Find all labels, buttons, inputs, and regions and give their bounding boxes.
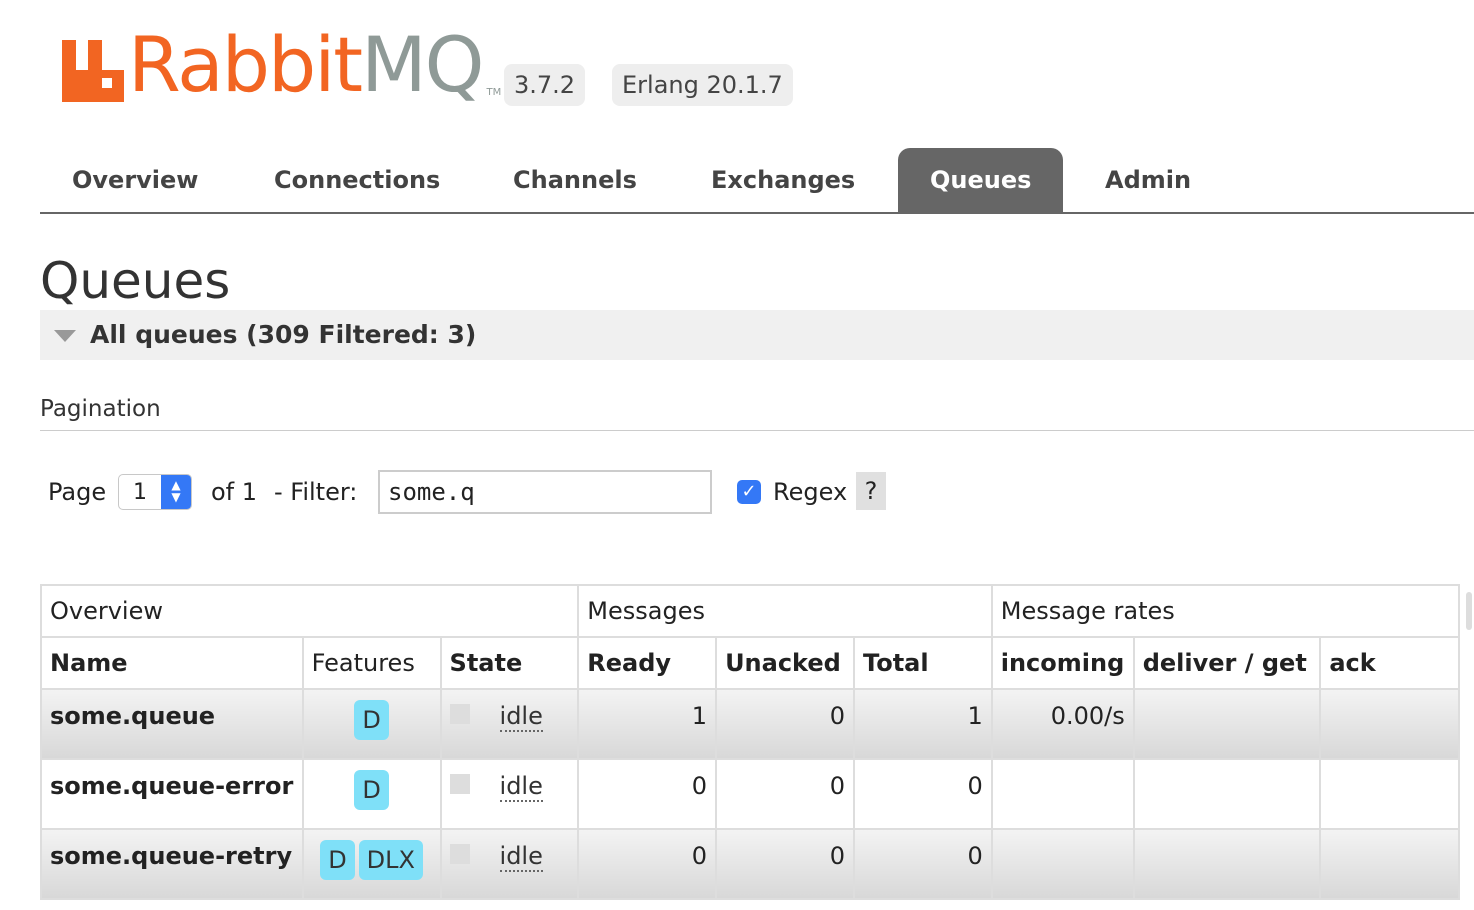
regex-checkbox[interactable]: ✓ [737, 480, 761, 504]
deliver-get-rate [1132, 828, 1322, 900]
column-header-ack[interactable]: ack [1319, 636, 1460, 690]
logo-mq: MQ [361, 20, 484, 109]
page-select-value: 1 [133, 480, 147, 505]
table-row: some.queue-retry D DLX idle 0 0 0 [40, 828, 1460, 900]
regex-help-button[interactable]: ? [856, 472, 886, 510]
column-header-deliver-get[interactable]: deliver / get [1132, 636, 1322, 690]
state-label: idle [499, 772, 543, 802]
erlang-version-badge: Erlang 20.1.7 [612, 64, 793, 106]
table-options-handle[interactable] [1466, 592, 1472, 630]
unacked-count: 0 [715, 828, 856, 900]
tab-connections[interactable]: Connections [242, 148, 472, 212]
logo-trademark: TM [486, 87, 502, 98]
page-count-label: of 1 [211, 478, 258, 506]
column-header-features: Features [301, 636, 442, 690]
features-cell: D DLX [301, 828, 442, 900]
total-count: 0 [853, 758, 993, 830]
rabbitmq-logo: RabbitMQ TM [62, 27, 502, 103]
feature-tag-durable: D [354, 770, 389, 810]
feature-tag-dlx: DLX [358, 840, 423, 880]
group-header-overview: Overview [39, 584, 580, 638]
column-header-unacked[interactable]: Unacked [715, 636, 856, 690]
state-cell: idle [439, 688, 580, 760]
tab-overview[interactable]: Overview [40, 148, 230, 212]
group-header-messages: Messages [577, 584, 993, 638]
ack-rate [1319, 758, 1460, 830]
state-indicator-icon [449, 774, 470, 794]
queue-name-link[interactable]: some.queue-error [40, 758, 304, 830]
total-count: 1 [853, 688, 993, 760]
regex-label: Regex [773, 478, 848, 506]
main-nav: Overview Connections Channels Exchanges … [40, 148, 1474, 214]
page-select[interactable]: 1 ▲ ▼ [118, 474, 192, 510]
table-row: some.queue-error D idle 0 0 0 [40, 758, 1460, 830]
incoming-rate [990, 758, 1135, 830]
features-cell: D [301, 758, 442, 830]
ready-count: 0 [577, 758, 718, 830]
total-count: 0 [853, 828, 993, 900]
ready-count: 1 [577, 688, 718, 760]
column-header-state[interactable]: State [439, 636, 580, 690]
feature-tag-durable: D [320, 840, 355, 880]
pagination-heading: Pagination [40, 396, 161, 422]
select-arrows-icon: ▲ ▼ [161, 475, 191, 509]
deliver-get-rate [1132, 688, 1322, 760]
queues-table: Overview Messages Message rates Name Fea… [39, 584, 1461, 900]
incoming-rate [990, 828, 1135, 900]
divider [40, 430, 1474, 431]
incoming-rate: 0.00/s [990, 688, 1135, 760]
ack-rate [1319, 828, 1460, 900]
logo-rabbit: Rabbit [128, 20, 363, 109]
state-indicator-icon [449, 704, 470, 724]
checkmark-icon: ✓ [741, 481, 757, 502]
group-header-message-rates: Message rates [990, 584, 1461, 638]
filter-label: - Filter: [274, 478, 358, 506]
collapse-triangle-icon [54, 330, 76, 342]
column-header-ready[interactable]: Ready [577, 636, 718, 690]
state-cell: idle [439, 828, 580, 900]
column-header-name[interactable]: Name [40, 636, 304, 690]
page-title: Queues [40, 252, 231, 310]
deliver-get-rate [1132, 758, 1322, 830]
page-label: Page [48, 478, 107, 506]
table-row: some.queue D idle 1 0 1 0.00/s [40, 688, 1460, 760]
ready-count: 0 [577, 828, 718, 900]
tab-exchanges[interactable]: Exchanges [679, 148, 887, 212]
column-header-total[interactable]: Total [853, 636, 993, 690]
unacked-count: 0 [715, 688, 856, 760]
queue-name-link[interactable]: some.queue [40, 688, 304, 760]
tab-channels[interactable]: Channels [481, 148, 669, 212]
queue-name-link[interactable]: some.queue-retry [40, 828, 304, 900]
state-label: idle [499, 842, 543, 872]
unacked-count: 0 [715, 758, 856, 830]
state-indicator-icon [449, 844, 470, 864]
state-cell: idle [439, 758, 580, 830]
tab-queues[interactable]: Queues [898, 148, 1064, 212]
version-badge: 3.7.2 [504, 64, 586, 106]
state-label: idle [499, 702, 543, 732]
ack-rate [1319, 688, 1460, 760]
features-cell: D [301, 688, 442, 760]
tab-admin[interactable]: Admin [1073, 148, 1223, 212]
section-title: All queues (309 Filtered: 3) [90, 320, 477, 349]
feature-tag-durable: D [354, 700, 389, 740]
logo-wordmark: RabbitMQ [128, 27, 485, 103]
rabbitmq-logo-mark-icon [62, 32, 124, 102]
all-queues-section-toggle[interactable]: All queues (309 Filtered: 3) [40, 310, 1474, 360]
column-header-incoming[interactable]: incoming [990, 636, 1135, 690]
filter-input[interactable] [378, 470, 712, 514]
